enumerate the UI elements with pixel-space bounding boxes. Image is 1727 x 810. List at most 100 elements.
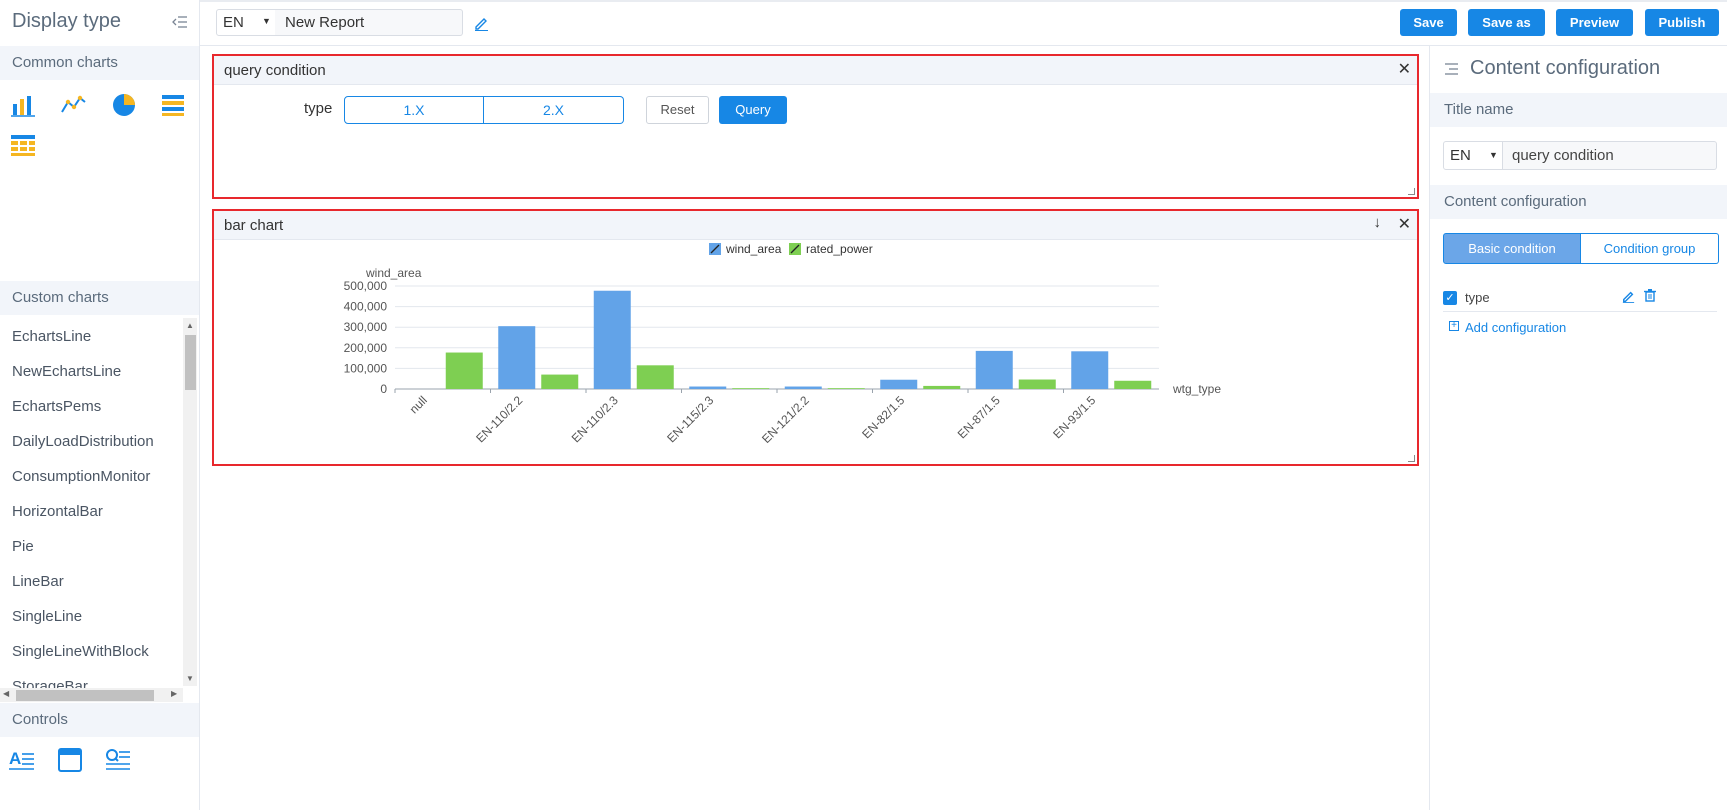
x-tick-label: null (407, 393, 430, 416)
horizontal-scroll-thumb[interactable] (16, 690, 154, 701)
panel-title: bar chart (224, 217, 284, 234)
legend-label: rated_power (806, 242, 873, 256)
custom-chart-item[interactable]: ConsumptionMonitor (12, 468, 150, 485)
panel-header: query condition ✕ (214, 56, 1417, 85)
pie-chart-icon[interactable] (111, 92, 137, 118)
custom-chart-item[interactable]: NewEchartsLine (12, 363, 121, 380)
save-as-button[interactable]: Save as (1468, 9, 1545, 36)
dropdown-caret-icon: ▼ (262, 16, 271, 26)
bar-chart-icon[interactable] (10, 92, 36, 118)
custom-chart-item[interactable]: SingleLineWithBlock (12, 643, 149, 660)
publish-button[interactable]: Publish (1645, 9, 1719, 36)
panel-header: bar chart ↓ ✕ (214, 211, 1417, 240)
resize-handle-icon[interactable] (1408, 188, 1415, 195)
bar-rated_power (732, 388, 770, 389)
close-icon[interactable]: ✕ (1398, 214, 1411, 234)
controls-header: Controls (0, 703, 199, 737)
close-icon[interactable]: ✕ (1398, 59, 1411, 79)
custom-chart-item[interactable]: Pie (12, 538, 34, 555)
bar-chart: 0100,000200,000300,000400,000500,000wind… (344, 242, 1222, 446)
custom-chart-item[interactable]: StorageBar (12, 678, 88, 688)
search-control-icon[interactable] (105, 747, 131, 773)
y-tick-label: 200,000 (344, 341, 388, 355)
custom-chart-item[interactable]: EchartsLine (12, 328, 91, 345)
bar-rated_power (827, 388, 865, 389)
display-type-title: Display type (12, 10, 121, 32)
query-condition-panel[interactable]: query condition ✕ type 1.X 2.X Reset Que… (212, 54, 1419, 199)
text-control-icon[interactable]: A (9, 747, 35, 773)
type-option-1x[interactable]: 1.X (344, 96, 484, 124)
preview-button[interactable]: Preview (1556, 9, 1633, 36)
bar-wind_area (498, 326, 536, 389)
x-tick-label: EN-121/2.2 (759, 393, 812, 446)
type-field-label: type (304, 100, 333, 117)
report-name-input[interactable]: New Report (275, 9, 463, 36)
bar-wind_area (1071, 351, 1109, 389)
common-charts-header: Common charts (0, 46, 199, 80)
bar-rated_power (923, 385, 961, 389)
edit-pencil-icon[interactable] (474, 16, 489, 31)
grid-table-icon[interactable] (10, 132, 36, 158)
bar-rated_power (1018, 379, 1056, 389)
svg-text:A: A (9, 749, 21, 768)
window-control-icon[interactable] (57, 747, 83, 773)
title-name-input[interactable]: query condition (1503, 141, 1717, 170)
resize-handle-icon[interactable] (1408, 455, 1415, 462)
add-icon[interactable]: + (1449, 321, 1459, 331)
edit-pencil-icon[interactable] (1622, 290, 1635, 303)
y-axis-title: wind_area (365, 266, 422, 280)
panel-title: query condition (224, 62, 326, 79)
y-tick-label: 500,000 (344, 279, 388, 293)
vertical-scroll-thumb[interactable] (185, 335, 196, 390)
query-button[interactable]: Query (719, 96, 787, 124)
custom-chart-item[interactable]: LineBar (12, 573, 64, 590)
scroll-right-arrow-icon[interactable]: ▶ (171, 689, 177, 698)
custom-charts-header: Custom charts (0, 281, 199, 315)
save-button[interactable]: Save (1400, 9, 1457, 36)
x-tick-label: EN-87/1.5 (955, 393, 1003, 441)
custom-chart-item[interactable]: DailyLoadDistribution (12, 433, 154, 450)
content-configuration-title: Content configuration (1470, 57, 1661, 79)
x-tick-label: EN-82/1.5 (859, 393, 907, 441)
y-tick-label: 300,000 (344, 320, 388, 334)
bar-rated_power (636, 365, 674, 389)
collapse-menu-icon[interactable] (172, 14, 188, 30)
x-tick-label: EN-93/1.5 (1050, 393, 1098, 441)
custom-chart-item[interactable]: EchartsPems (12, 398, 101, 415)
delete-trash-icon[interactable] (1644, 289, 1656, 302)
bar-chart-panel[interactable]: bar chart ↓ ✕ 0 100,000 200,000 300,000 400,… (212, 209, 1419, 466)
line-chart-icon[interactable] (60, 92, 86, 118)
scroll-up-arrow-icon[interactable]: ▲ (186, 321, 194, 330)
y-tick-label: 100,000 (344, 361, 388, 375)
dropdown-caret-icon: ▼ (1489, 150, 1498, 160)
bar-wind_area (593, 290, 631, 389)
tab-condition-group[interactable]: Condition group (1581, 233, 1719, 264)
scroll-down-arrow-icon[interactable]: ▼ (186, 674, 194, 683)
content-configuration-header: Content configuration (1430, 185, 1727, 219)
tab-basic-condition[interactable]: Basic condition (1443, 233, 1581, 264)
bar-wind_area (689, 386, 727, 389)
download-arrow-icon[interactable]: ↓ (1374, 214, 1382, 231)
table-icon[interactable] (160, 92, 186, 118)
type-option-2x[interactable]: 2.X (484, 96, 624, 124)
x-tick-label: EN-115/2.3 (664, 393, 716, 445)
bar-wind_area (975, 350, 1013, 389)
add-configuration-link[interactable]: Add configuration (1465, 320, 1566, 335)
scroll-left-arrow-icon[interactable]: ◀ (3, 689, 9, 698)
legend-label: wind_area (725, 242, 782, 256)
config-item-label: type (1465, 290, 1490, 305)
x-tick-label: EN-110/2.3 (569, 393, 621, 445)
custom-chart-item[interactable]: SingleLine (12, 608, 82, 625)
x-tick-label: EN-110/2.2 (473, 393, 525, 445)
x-axis-title: wtg_type (1172, 382, 1221, 396)
divider (1443, 311, 1717, 312)
bar-rated_power (1114, 380, 1152, 389)
collapse-menu-icon[interactable] (1444, 62, 1459, 77)
type-checkbox[interactable]: ✓ (1443, 291, 1457, 305)
custom-chart-item[interactable]: HorizontalBar (12, 503, 103, 520)
custom-charts-list: EchartsLine NewEchartsLine EchartsPems D… (0, 318, 182, 688)
bar-rated_power (541, 374, 579, 389)
reset-button[interactable]: Reset (646, 96, 709, 124)
y-tick-label: 0 (380, 382, 387, 396)
title-name-header: Title name (1430, 93, 1727, 127)
